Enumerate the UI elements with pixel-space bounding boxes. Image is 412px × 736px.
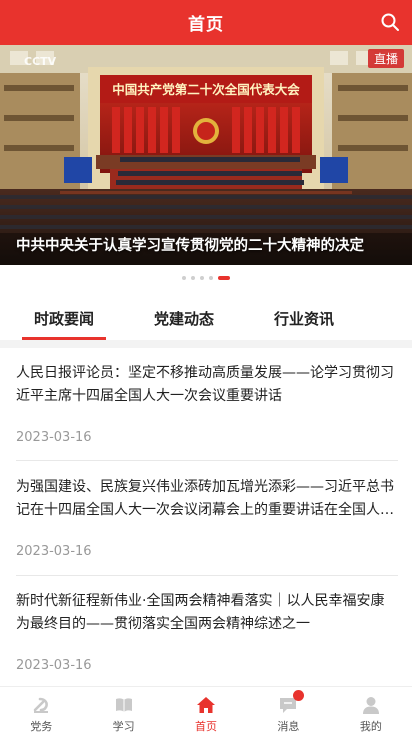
nav-item-home[interactable]: 首页 bbox=[165, 687, 247, 736]
nav-label: 学习 bbox=[112, 720, 135, 733]
carousel-indicator bbox=[0, 271, 412, 285]
nav-item-profile[interactable]: 我的 bbox=[330, 687, 412, 736]
nav-label: 消息 bbox=[277, 720, 300, 733]
search-icon[interactable] bbox=[380, 12, 400, 32]
news-date: 2023-03-16 bbox=[16, 430, 92, 445]
app-header: 首页 bbox=[0, 0, 412, 45]
carousel-dot[interactable] bbox=[209, 276, 213, 280]
tab-divider bbox=[0, 340, 412, 348]
news-date: 2023-03-16 bbox=[16, 544, 92, 559]
carousel-dot[interactable] bbox=[182, 276, 186, 280]
nav-item-messages[interactable]: 消息 bbox=[247, 687, 329, 736]
user-icon bbox=[362, 697, 379, 714]
banner-carousel[interactable]: 中国共产党第二十次全国代表大会 CCTV 直播 中共中央关于认真学习宣传贯彻党的… bbox=[0, 45, 412, 265]
bottom-nav: 党务 学习 首页 消息 我的 bbox=[0, 686, 412, 736]
banner-caption[interactable]: 中共中央关于认真学习宣传贯彻党的二十大精神的决定 bbox=[16, 234, 364, 255]
nav-item-party[interactable]: 党务 bbox=[0, 687, 82, 736]
nav-item-study[interactable]: 学习 bbox=[82, 687, 164, 736]
carousel-dot[interactable] bbox=[200, 276, 204, 280]
news-item[interactable]: 为强国建设、民族复兴伟业添砖加瓦增光添彩——习近平总书记在十四届全国人大一次会议… bbox=[16, 476, 398, 522]
news-title: 为强国建设、民族复兴伟业添砖加瓦增光添彩——习近平总书记在十四届全国人大一次会议… bbox=[16, 479, 394, 518]
home-icon bbox=[197, 697, 216, 713]
party-emblem-icon bbox=[33, 697, 49, 713]
cctv-logo: CCTV bbox=[24, 55, 57, 68]
stage-banner-text: 中国共产党第二十次全国代表大会 bbox=[112, 82, 300, 97]
unread-badge bbox=[293, 690, 305, 701]
divider bbox=[16, 575, 398, 576]
live-badge: 直播 bbox=[367, 49, 404, 68]
divider bbox=[16, 460, 398, 461]
tab-industry[interactable]: 行业资讯 bbox=[262, 296, 346, 340]
page-title: 首页 bbox=[188, 15, 224, 35]
news-date: 2023-03-16 bbox=[16, 658, 92, 673]
book-icon bbox=[115, 698, 132, 712]
news-title: 新时代新征程新伟业·全国两会精神看落实｜以人民幸福安康为最终目的——贯彻落实全国… bbox=[16, 593, 385, 632]
tab-politics[interactable]: 时政要闻 bbox=[22, 296, 107, 340]
nav-label: 首页 bbox=[195, 720, 218, 733]
nav-label: 我的 bbox=[359, 720, 382, 733]
carousel-dot-active[interactable] bbox=[218, 276, 230, 280]
tab-party-building[interactable]: 党建动态 bbox=[142, 296, 226, 340]
banner-image: 中国共产党第二十次全国代表大会 bbox=[0, 45, 412, 265]
nav-label: 党务 bbox=[30, 720, 53, 733]
news-title: 人民日报评论员：坚定不移推动高质量发展——论学习贯彻习近平主席十四届全国人大一次… bbox=[16, 365, 394, 404]
carousel-dot[interactable] bbox=[191, 276, 195, 280]
news-item[interactable]: 新时代新征程新伟业·全国两会精神看落实｜以人民幸福安康为最终目的——贯彻落实全国… bbox=[16, 590, 398, 636]
news-item[interactable]: 人民日报评论员：坚定不移推动高质量发展——论学习贯彻习近平主席十四届全国人大一次… bbox=[16, 362, 398, 408]
news-tabs: 时政要闻 党建动态 行业资讯 bbox=[0, 296, 412, 340]
